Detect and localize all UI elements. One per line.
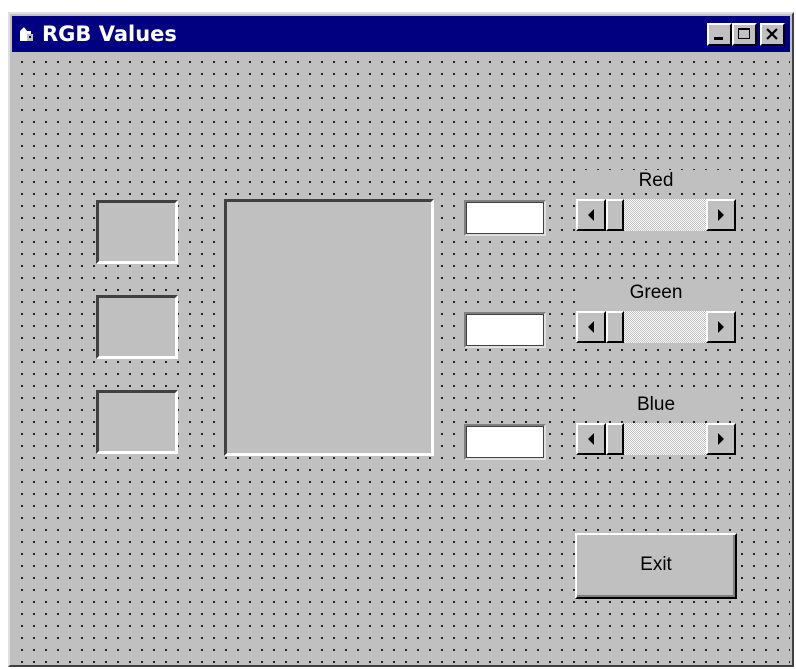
close-icon	[766, 28, 778, 40]
green-scroll-left-button[interactable]	[576, 311, 606, 343]
color-preview-frame	[224, 199, 434, 456]
close-button[interactable]	[760, 23, 785, 46]
blue-label: Blue	[576, 394, 736, 416]
arrow-right-icon	[718, 209, 724, 221]
red-scroll-thumb[interactable]	[606, 199, 624, 231]
blue-scroll-right-button[interactable]	[706, 423, 736, 455]
minimize-button[interactable]	[707, 23, 732, 46]
green-label: Green	[576, 282, 736, 304]
arrow-left-icon	[588, 209, 594, 221]
arrow-left-icon	[588, 321, 594, 333]
green-scrollbar[interactable]	[576, 311, 736, 343]
red-swatch-frame	[96, 200, 178, 264]
blue-scrollbar[interactable]	[576, 423, 736, 455]
exit-button-label: Exit	[640, 554, 672, 575]
rgb-values-window: RGB Values Red Green Blue Exit	[8, 12, 794, 667]
arrow-right-icon	[718, 321, 724, 333]
green-scroll-thumb[interactable]	[606, 311, 624, 343]
green-value-textbox[interactable]	[464, 312, 546, 348]
blue-scroll-thumb[interactable]	[606, 423, 624, 455]
red-label: Red	[576, 170, 736, 192]
green-swatch-frame	[96, 295, 178, 359]
form-icon[interactable]	[18, 26, 36, 44]
arrow-left-icon	[588, 433, 594, 445]
red-scroll-right-button[interactable]	[706, 199, 736, 231]
minimize-icon	[714, 37, 723, 40]
form-client-area: Red Green Blue Exit	[12, 52, 790, 663]
red-value-textbox[interactable]	[464, 200, 546, 236]
exit-button[interactable]: Exit	[575, 533, 737, 599]
maximize-button[interactable]	[732, 23, 757, 46]
arrow-right-icon	[718, 433, 724, 445]
blue-value-textbox[interactable]	[464, 424, 546, 460]
blue-scroll-left-button[interactable]	[576, 423, 606, 455]
red-scroll-left-button[interactable]	[576, 199, 606, 231]
blue-swatch-frame	[96, 390, 178, 454]
title-bar[interactable]: RGB Values	[12, 16, 790, 52]
red-scrollbar[interactable]	[576, 199, 736, 231]
window-title: RGB Values	[42, 22, 177, 46]
green-scroll-right-button[interactable]	[706, 311, 736, 343]
maximize-icon	[738, 28, 750, 39]
